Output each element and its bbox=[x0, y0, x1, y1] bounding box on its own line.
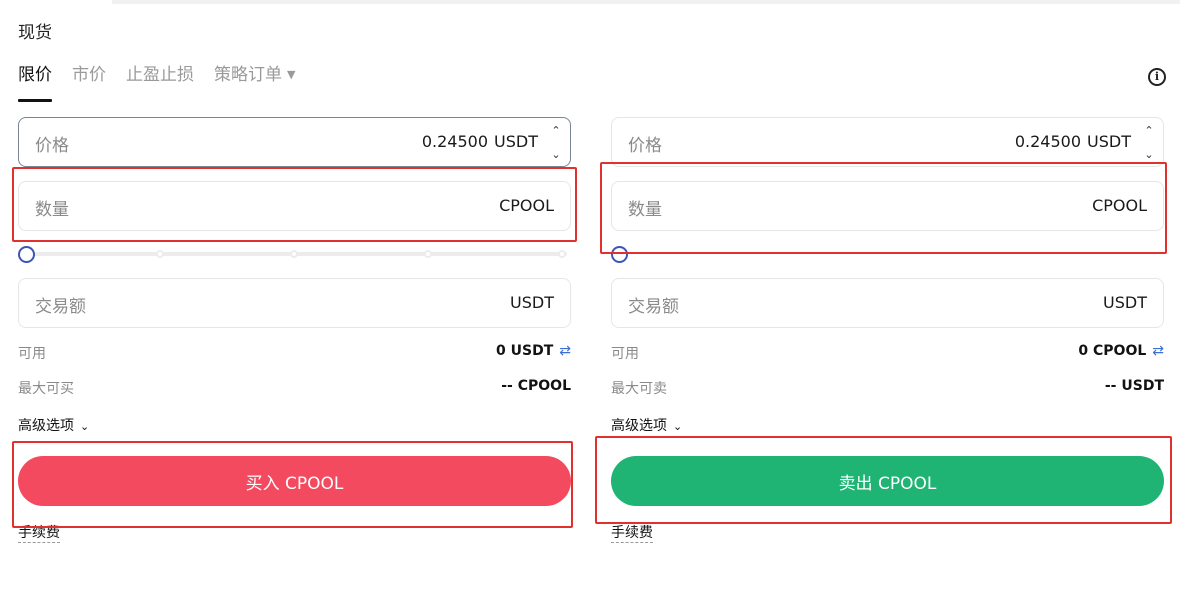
sell-price-field[interactable]: 价格 0.24500 USDT ⌃ ⌄ bbox=[611, 117, 1164, 167]
slider-tick[interactable] bbox=[558, 250, 566, 258]
slider-track bbox=[32, 252, 567, 256]
price-stepper: ⌃ ⌄ bbox=[1141, 122, 1157, 164]
sell-available-row: 可用 0 CPOOL ⇄ bbox=[611, 343, 1164, 363]
tab-stop-profit-loss[interactable]: 止盈止损 bbox=[126, 62, 194, 102]
field-value: 0.24500 USDT bbox=[1015, 132, 1131, 151]
caret-down-icon: ▼ bbox=[287, 68, 296, 81]
tab-label: 市价 bbox=[72, 65, 106, 85]
slider-tick[interactable] bbox=[424, 250, 432, 258]
chevron-up-icon[interactable]: ⌃ bbox=[551, 122, 560, 140]
field-label: 数量 bbox=[628, 200, 662, 220]
price-value: 0.24500 bbox=[421, 132, 489, 151]
sell-percentage-slider[interactable] bbox=[611, 246, 1164, 263]
top-divider bbox=[112, 0, 1180, 4]
buy-advanced-options[interactable]: 高级选项 ⌄ bbox=[18, 415, 89, 435]
sell-button[interactable]: 卖出 CPOOL bbox=[611, 456, 1164, 506]
chevron-down-icon: ⌄ bbox=[80, 420, 90, 433]
tab-label: 策略订单 bbox=[214, 65, 282, 85]
available-label: 可用 bbox=[18, 346, 46, 362]
tab-label: 止盈止损 bbox=[126, 65, 194, 85]
field-label: 价格 bbox=[35, 136, 69, 156]
field-label: 数量 bbox=[35, 200, 69, 220]
chevron-down-icon[interactable]: ⌄ bbox=[551, 146, 560, 164]
chevron-down-icon: ⌄ bbox=[673, 420, 683, 433]
buy-max-row: 最大可买 -- CPOOL bbox=[18, 378, 571, 398]
field-label: 交易额 bbox=[628, 297, 679, 317]
sell-quantity-field[interactable]: 数量 CPOOL bbox=[611, 181, 1164, 231]
tab-label: 限价 bbox=[18, 65, 52, 85]
buy-percentage-slider[interactable] bbox=[18, 246, 571, 263]
buy-button[interactable]: 买入 CPOOL bbox=[18, 456, 571, 506]
available-label: 可用 bbox=[611, 346, 639, 362]
field-value: 0.24500 USDT bbox=[422, 132, 538, 151]
slider-tick[interactable] bbox=[290, 250, 298, 258]
field-unit: CPOOL bbox=[499, 196, 554, 215]
field-unit: CPOOL bbox=[1092, 196, 1147, 215]
buy-price-field[interactable]: 价格 0.24500 USDT ⌃ ⌄ bbox=[18, 117, 571, 167]
price-value: 0.24500 bbox=[1014, 132, 1082, 151]
advanced-label: 高级选项 bbox=[18, 418, 74, 434]
sell-amount-field[interactable]: 交易额 USDT bbox=[611, 278, 1164, 328]
field-label: 交易额 bbox=[35, 297, 86, 317]
field-unit: USDT bbox=[510, 293, 554, 312]
tab-limit[interactable]: 限价 bbox=[18, 62, 52, 102]
price-unit: USDT bbox=[1087, 132, 1131, 151]
swap-arrows-icon[interactable]: ⇄ bbox=[559, 343, 571, 359]
slider-tick[interactable] bbox=[156, 250, 164, 258]
buy-fee-link[interactable]: 手续费 bbox=[18, 524, 60, 543]
slider-handle[interactable] bbox=[18, 246, 35, 263]
price-unit: USDT bbox=[494, 132, 538, 151]
field-label: 价格 bbox=[628, 136, 662, 156]
order-type-tabs: 限价 市价 止盈止损 策略订单 ▼ bbox=[18, 62, 315, 102]
field-unit: USDT bbox=[1103, 293, 1147, 312]
sell-max-row: 最大可卖 -- USDT bbox=[611, 378, 1164, 398]
info-icon[interactable]: i bbox=[1148, 68, 1166, 86]
available-value: 0 CPOOL bbox=[1078, 343, 1147, 359]
sell-advanced-options[interactable]: 高级选项 ⌄ bbox=[611, 415, 682, 435]
available-value: 0 USDT bbox=[496, 343, 554, 359]
max-buy-label: 最大可买 bbox=[18, 381, 74, 397]
price-stepper: ⌃ ⌄ bbox=[548, 122, 564, 164]
max-sell-value: -- USDT bbox=[1104, 378, 1164, 394]
advanced-label: 高级选项 bbox=[611, 418, 667, 434]
sell-fee-link[interactable]: 手续费 bbox=[611, 524, 653, 543]
tab-strategy-order[interactable]: 策略订单 ▼ bbox=[214, 62, 295, 102]
tab-market[interactable]: 市价 bbox=[72, 62, 106, 102]
buy-available-row: 可用 0 USDT ⇄ bbox=[18, 343, 571, 363]
max-buy-value: -- CPOOL bbox=[501, 378, 571, 394]
chevron-up-icon[interactable]: ⌃ bbox=[1144, 122, 1153, 140]
max-sell-label: 最大可卖 bbox=[611, 381, 667, 397]
section-title: 现货 bbox=[18, 23, 52, 43]
swap-arrows-icon[interactable]: ⇄ bbox=[1152, 343, 1164, 359]
buy-amount-field[interactable]: 交易额 USDT bbox=[18, 278, 571, 328]
buy-quantity-field[interactable]: 数量 CPOOL bbox=[18, 181, 571, 231]
slider-handle[interactable] bbox=[611, 246, 628, 263]
chevron-down-icon[interactable]: ⌄ bbox=[1144, 146, 1153, 164]
